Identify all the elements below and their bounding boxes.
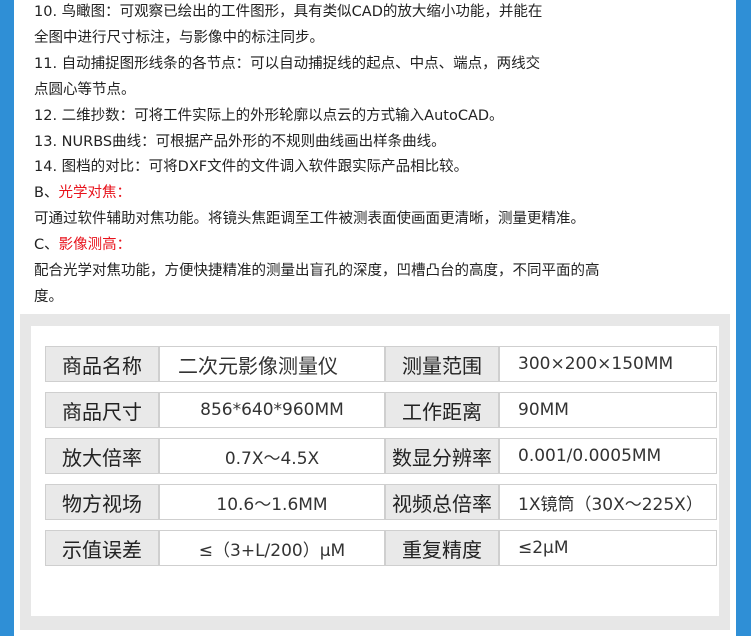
spec-label: 工作距离 xyxy=(385,392,499,428)
spec-value: ≤2μM xyxy=(499,530,717,566)
section-b-title: 光学对焦： xyxy=(58,185,131,202)
spec-label: 物方视场 xyxy=(45,484,159,520)
spec-value: 0.001/0.0005MM xyxy=(499,438,717,474)
feature-line-10: 10. 鸟瞰图：可观察已绘出的工件图形，具有类似CAD的放大缩小功能，并能在 xyxy=(34,4,543,20)
spec-label: 数显分辨率 xyxy=(385,438,499,474)
section-c-title: 影像测高： xyxy=(58,237,132,254)
feature-line-12: 12. 二维抄数：可将工件实际上的外形轮廓以点云的方式输入AutoCAD。 xyxy=(34,107,504,124)
section-heading-c: C、影像测高： xyxy=(34,233,724,259)
spec-value: 1X镜筒（30X～225X） xyxy=(499,484,717,520)
spec-row: 示值误差 ≤（3+L/200）μM 重复精度 ≤2μM xyxy=(45,530,717,566)
content-frame: 10. 鸟瞰图：可观察已绘出的工件图形，具有类似CAD的放大缩小功能，并能在 全… xyxy=(14,0,736,636)
spec-panel: 商品名称 二次元影像测量仪 测量范围 300×200×150MM 商品尺寸 85… xyxy=(20,314,730,630)
spec-value: 0.7X～4.5X xyxy=(159,438,385,474)
spec-label: 商品名称 xyxy=(45,346,159,382)
section-b-body: 可通过软件辅助对焦功能。将镜头焦距调至工件被测表面使画面更清晰，测量更精准。 xyxy=(34,211,585,228)
spec-value: ≤（3+L/200）μM xyxy=(159,530,385,566)
section-c-body: 配合光学对焦功能，方便快捷精准的测量出盲孔的深度，凹槽凸台的高度，不同平面的高 xyxy=(34,263,600,280)
feature-line-10-cont: 全图中进行尺寸标注，与影像中的标注同步。 xyxy=(34,29,324,46)
spec-table: 商品名称 二次元影像测量仪 测量范围 300×200×150MM 商品尺寸 85… xyxy=(31,326,719,616)
spec-label: 商品尺寸 xyxy=(45,392,159,428)
spec-value: 300×200×150MM xyxy=(499,346,717,382)
feature-line-13: 13. NURBS曲线：可根据产品外形的不规则曲线画出样条曲线。 xyxy=(34,133,446,150)
spec-value: 二次元影像测量仪 xyxy=(159,346,385,382)
feature-line-11: 11. 自动捕捉图形线条的各节点：可以自动捕捉线的起点、中点、端点，两线交 xyxy=(34,55,541,72)
feature-description: 10. 鸟瞰图：可观察已绘出的工件图形，具有类似CAD的放大缩小功能，并能在 全… xyxy=(34,0,724,311)
spec-row: 商品名称 二次元影像测量仪 测量范围 300×200×150MM xyxy=(45,346,717,382)
spec-label: 视频总倍率 xyxy=(385,484,499,520)
feature-line-14: 14. 图档的对比：可将DXF文件的文件调入软件跟实际产品相比较。 xyxy=(34,159,469,176)
section-c-body-cont: 度。 xyxy=(34,288,63,305)
spec-row: 物方视场 10.6～1.6MM 视频总倍率 1X镜筒（30X～225X） xyxy=(45,484,717,520)
spec-value: 856*640*960MM xyxy=(159,392,385,428)
feature-line-11-cont: 点圆心等节点。 xyxy=(34,81,136,98)
spec-label: 示值误差 xyxy=(45,530,159,566)
spec-label: 重复精度 xyxy=(385,530,499,566)
section-heading-b: B、光学对焦： xyxy=(34,181,724,207)
spec-label: 放大倍率 xyxy=(45,438,159,474)
section-c-prefix: C、 xyxy=(34,237,59,254)
spec-row: 商品尺寸 856*640*960MM 工作距离 90MM xyxy=(45,392,717,428)
spec-value: 90MM xyxy=(499,392,717,428)
section-b-prefix: B、 xyxy=(34,185,59,202)
spec-value: 10.6～1.6MM xyxy=(159,484,385,520)
spec-row: 放大倍率 0.7X～4.5X 数显分辨率 0.001/0.0005MM xyxy=(45,438,717,474)
spec-label: 测量范围 xyxy=(385,346,499,382)
